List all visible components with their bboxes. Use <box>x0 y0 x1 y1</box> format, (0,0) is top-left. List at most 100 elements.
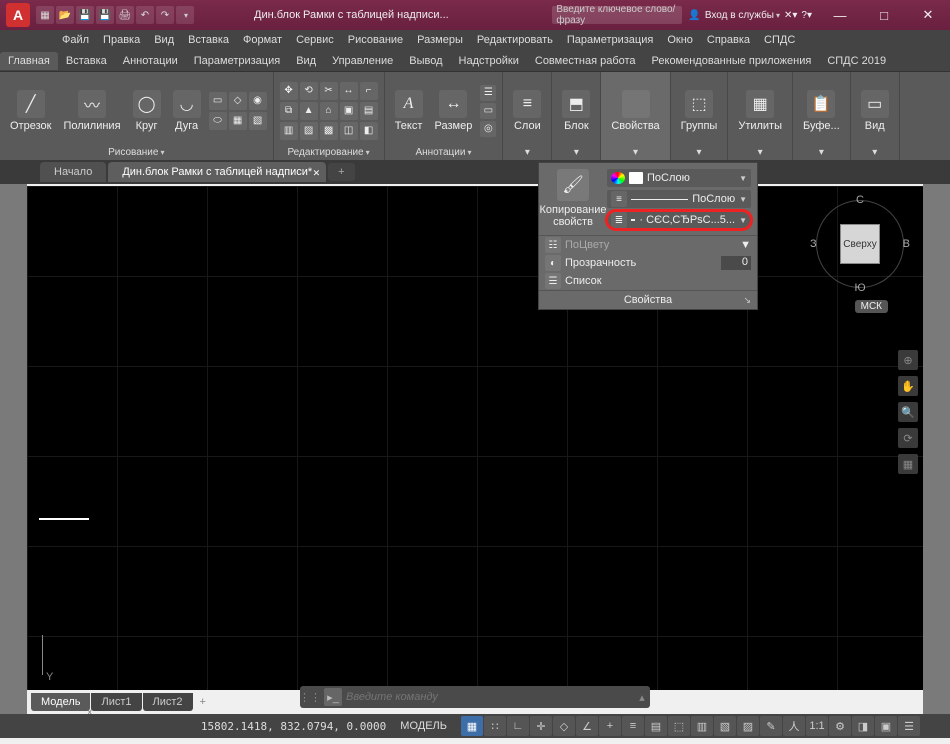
menu-edit[interactable]: Правка <box>97 32 146 48</box>
ribbon-tab-recapps[interactable]: Рекомендованные приложения <box>644 52 820 70</box>
mini-edit-icon[interactable]: ✂ <box>320 82 338 100</box>
ribbon-tab-output[interactable]: Вывод <box>401 52 450 70</box>
qat-open-icon[interactable]: 📂 <box>56 6 74 24</box>
tool-clipboard[interactable]: 📋Буфе... <box>799 88 844 134</box>
mini-edit-icon[interactable]: ↔ <box>340 82 358 100</box>
ribbon-tab-view[interactable]: Вид <box>288 52 324 70</box>
toggle-dyninput-icon[interactable]: + <box>599 716 621 736</box>
toggle-clean-icon[interactable]: ▣ <box>875 716 897 736</box>
qat-redo-icon[interactable]: ↷ <box>156 6 174 24</box>
toggle-gear-icon[interactable]: ⚙ <box>829 716 851 736</box>
command-line[interactable]: ⋮⋮ ▸_ ▴ <box>300 686 650 708</box>
color-selector[interactable]: ПоСлою ▼ <box>607 169 751 187</box>
mini-draw-icon[interactable]: ▧ <box>249 112 267 130</box>
plotstyle-selector[interactable]: ☷ ПоЦвету ▼ <box>539 236 757 254</box>
tool-arc[interactable]: ◡Дуга <box>169 88 205 134</box>
mini-edit-icon[interactable]: ◧ <box>360 122 378 140</box>
menu-modify[interactable]: Редактировать <box>471 32 559 48</box>
tool-layers[interactable]: ≡Слои <box>509 88 545 134</box>
nav-wheel-icon[interactable]: ⊕ <box>898 350 918 370</box>
toggle-qp-icon[interactable]: ⬚ <box>668 716 690 736</box>
panel-layers-expand[interactable]: ▾ <box>525 145 530 158</box>
coord-system-label[interactable]: МСК <box>855 300 888 313</box>
menu-insert[interactable]: Вставка <box>182 32 235 48</box>
cmdline-recent-icon[interactable]: ▴ <box>634 691 650 704</box>
command-input[interactable] <box>346 691 634 703</box>
user-icon[interactable]: 👤 <box>688 10 700 21</box>
mini-edit-icon[interactable]: ⟲ <box>300 82 318 100</box>
mini-draw-icon[interactable]: ▭ <box>209 92 227 110</box>
mini-draw-icon[interactable]: ⬭ <box>209 112 227 130</box>
viewcube-west[interactable]: З <box>810 238 817 250</box>
toggle-osnap-icon[interactable]: ◇ <box>553 716 575 736</box>
panel-block-expand[interactable]: ▾ <box>574 145 579 158</box>
ribbon-tab-addons[interactable]: Надстройки <box>451 52 527 70</box>
drawing-tab-add[interactable]: + <box>328 163 354 181</box>
help-icon[interactable]: ?▾ <box>801 10 812 21</box>
viewcube-north[interactable]: С <box>856 194 864 206</box>
mini-edit-icon[interactable]: ▥ <box>280 122 298 140</box>
mini-draw-icon[interactable]: ▦ <box>229 112 247 130</box>
drawing-tab-current[interactable]: Дин.блок Рамки с таблицей надписи*✕ <box>108 162 326 182</box>
mini-draw-icon[interactable]: ◇ <box>229 92 247 110</box>
drawing-canvas[interactable]: Y X <box>27 186 923 690</box>
toggle-ds-icon[interactable]: ▨ <box>737 716 759 736</box>
nav-showmotion-icon[interactable]: ▦ <box>898 454 918 474</box>
viewcube-south[interactable]: Ю <box>854 282 865 294</box>
menu-file[interactable]: Файл <box>56 32 95 48</box>
transparency-value[interactable]: 0 <box>721 256 751 270</box>
cmdline-grip-icon[interactable]: ⋮⋮ <box>300 691 320 704</box>
panel-util-expand[interactable]: ▾ <box>758 145 763 158</box>
mini-edit-icon[interactable]: ▩ <box>320 122 338 140</box>
tab-layout2[interactable]: Лист2 <box>143 693 193 711</box>
toggle-ws-icon[interactable]: ✎ <box>760 716 782 736</box>
mini-edit-icon[interactable]: ▨ <box>300 122 318 140</box>
mini-edit-icon[interactable]: ✥ <box>280 82 298 100</box>
tool-block[interactable]: ⬒Блок <box>558 88 594 134</box>
menu-spds[interactable]: СПДС <box>758 32 801 48</box>
panel-props-expand[interactable]: ▾ <box>633 145 638 158</box>
tool-dimension[interactable]: ↔Размер <box>431 88 477 134</box>
toggle-tpy-icon[interactable]: ▤ <box>645 716 667 736</box>
toggle-snap-icon[interactable]: ∷ <box>484 716 506 736</box>
panel-draw-label[interactable]: Рисование <box>108 145 164 158</box>
toggle-grid-icon[interactable]: ▦ <box>461 716 483 736</box>
toggle-am-icon[interactable]: ▧ <box>714 716 736 736</box>
tool-polyline[interactable]: 〰Полилиния <box>59 88 124 134</box>
menu-dim[interactable]: Размеры <box>411 32 469 48</box>
panel-clip-expand[interactable]: ▾ <box>819 145 824 158</box>
menu-format[interactable]: Формат <box>237 32 288 48</box>
mini-annot-icon[interactable]: ☰ <box>480 85 496 101</box>
signin-label[interactable]: Вход в службы <box>705 10 780 21</box>
menu-view[interactable]: Вид <box>148 32 180 48</box>
ribbon-tab-main[interactable]: Главная <box>0 52 58 70</box>
help-search-input[interactable]: Введите ключевое слово/фразу <box>552 6 682 24</box>
ribbon-tab-param[interactable]: Параметризация <box>186 52 288 70</box>
mini-draw-icon[interactable]: ◉ <box>249 92 267 110</box>
menu-window[interactable]: Окно <box>661 32 699 48</box>
menu-draw[interactable]: Рисование <box>342 32 409 48</box>
tab-model[interactable]: Модель <box>31 693 90 711</box>
menu-help[interactable]: Справка <box>701 32 756 48</box>
ribbon-tab-spds[interactable]: СПДС 2019 <box>819 52 894 70</box>
linetype-selector[interactable]: ≣ · СЄС‚СЂРѕС...5... ▼ <box>607 211 751 229</box>
ribbon-tab-manage[interactable]: Управление <box>324 52 401 70</box>
qat-save-icon[interactable]: 💾 <box>76 6 94 24</box>
tool-text[interactable]: AТекст <box>391 88 427 134</box>
menu-service[interactable]: Сервис <box>290 32 340 48</box>
nav-orbit-icon[interactable]: ⟳ <box>898 428 918 448</box>
mini-edit-icon[interactable]: ▲ <box>300 102 318 120</box>
ribbon-tab-collab[interactable]: Совместная работа <box>527 52 644 70</box>
qat-more-icon[interactable] <box>176 6 194 24</box>
exchange-icon[interactable]: ✕▾ <box>784 10 797 21</box>
tab-add-layout[interactable]: + <box>194 693 212 711</box>
tab-layout1[interactable]: Лист1 <box>91 693 141 711</box>
tool-line[interactable]: ╱Отрезок <box>6 88 55 134</box>
mini-edit-icon[interactable]: ▤ <box>360 102 378 120</box>
tool-properties[interactable]: Свойства <box>607 88 663 134</box>
viewcube-east[interactable]: В <box>903 238 910 250</box>
qat-saveas-icon[interactable]: 💾 <box>96 6 114 24</box>
mini-edit-icon[interactable]: ▣ <box>340 102 358 120</box>
lineweight-selector[interactable]: ≡ ПоСлою ▼ <box>607 190 751 208</box>
tool-groups[interactable]: ⬚Группы <box>677 88 722 134</box>
